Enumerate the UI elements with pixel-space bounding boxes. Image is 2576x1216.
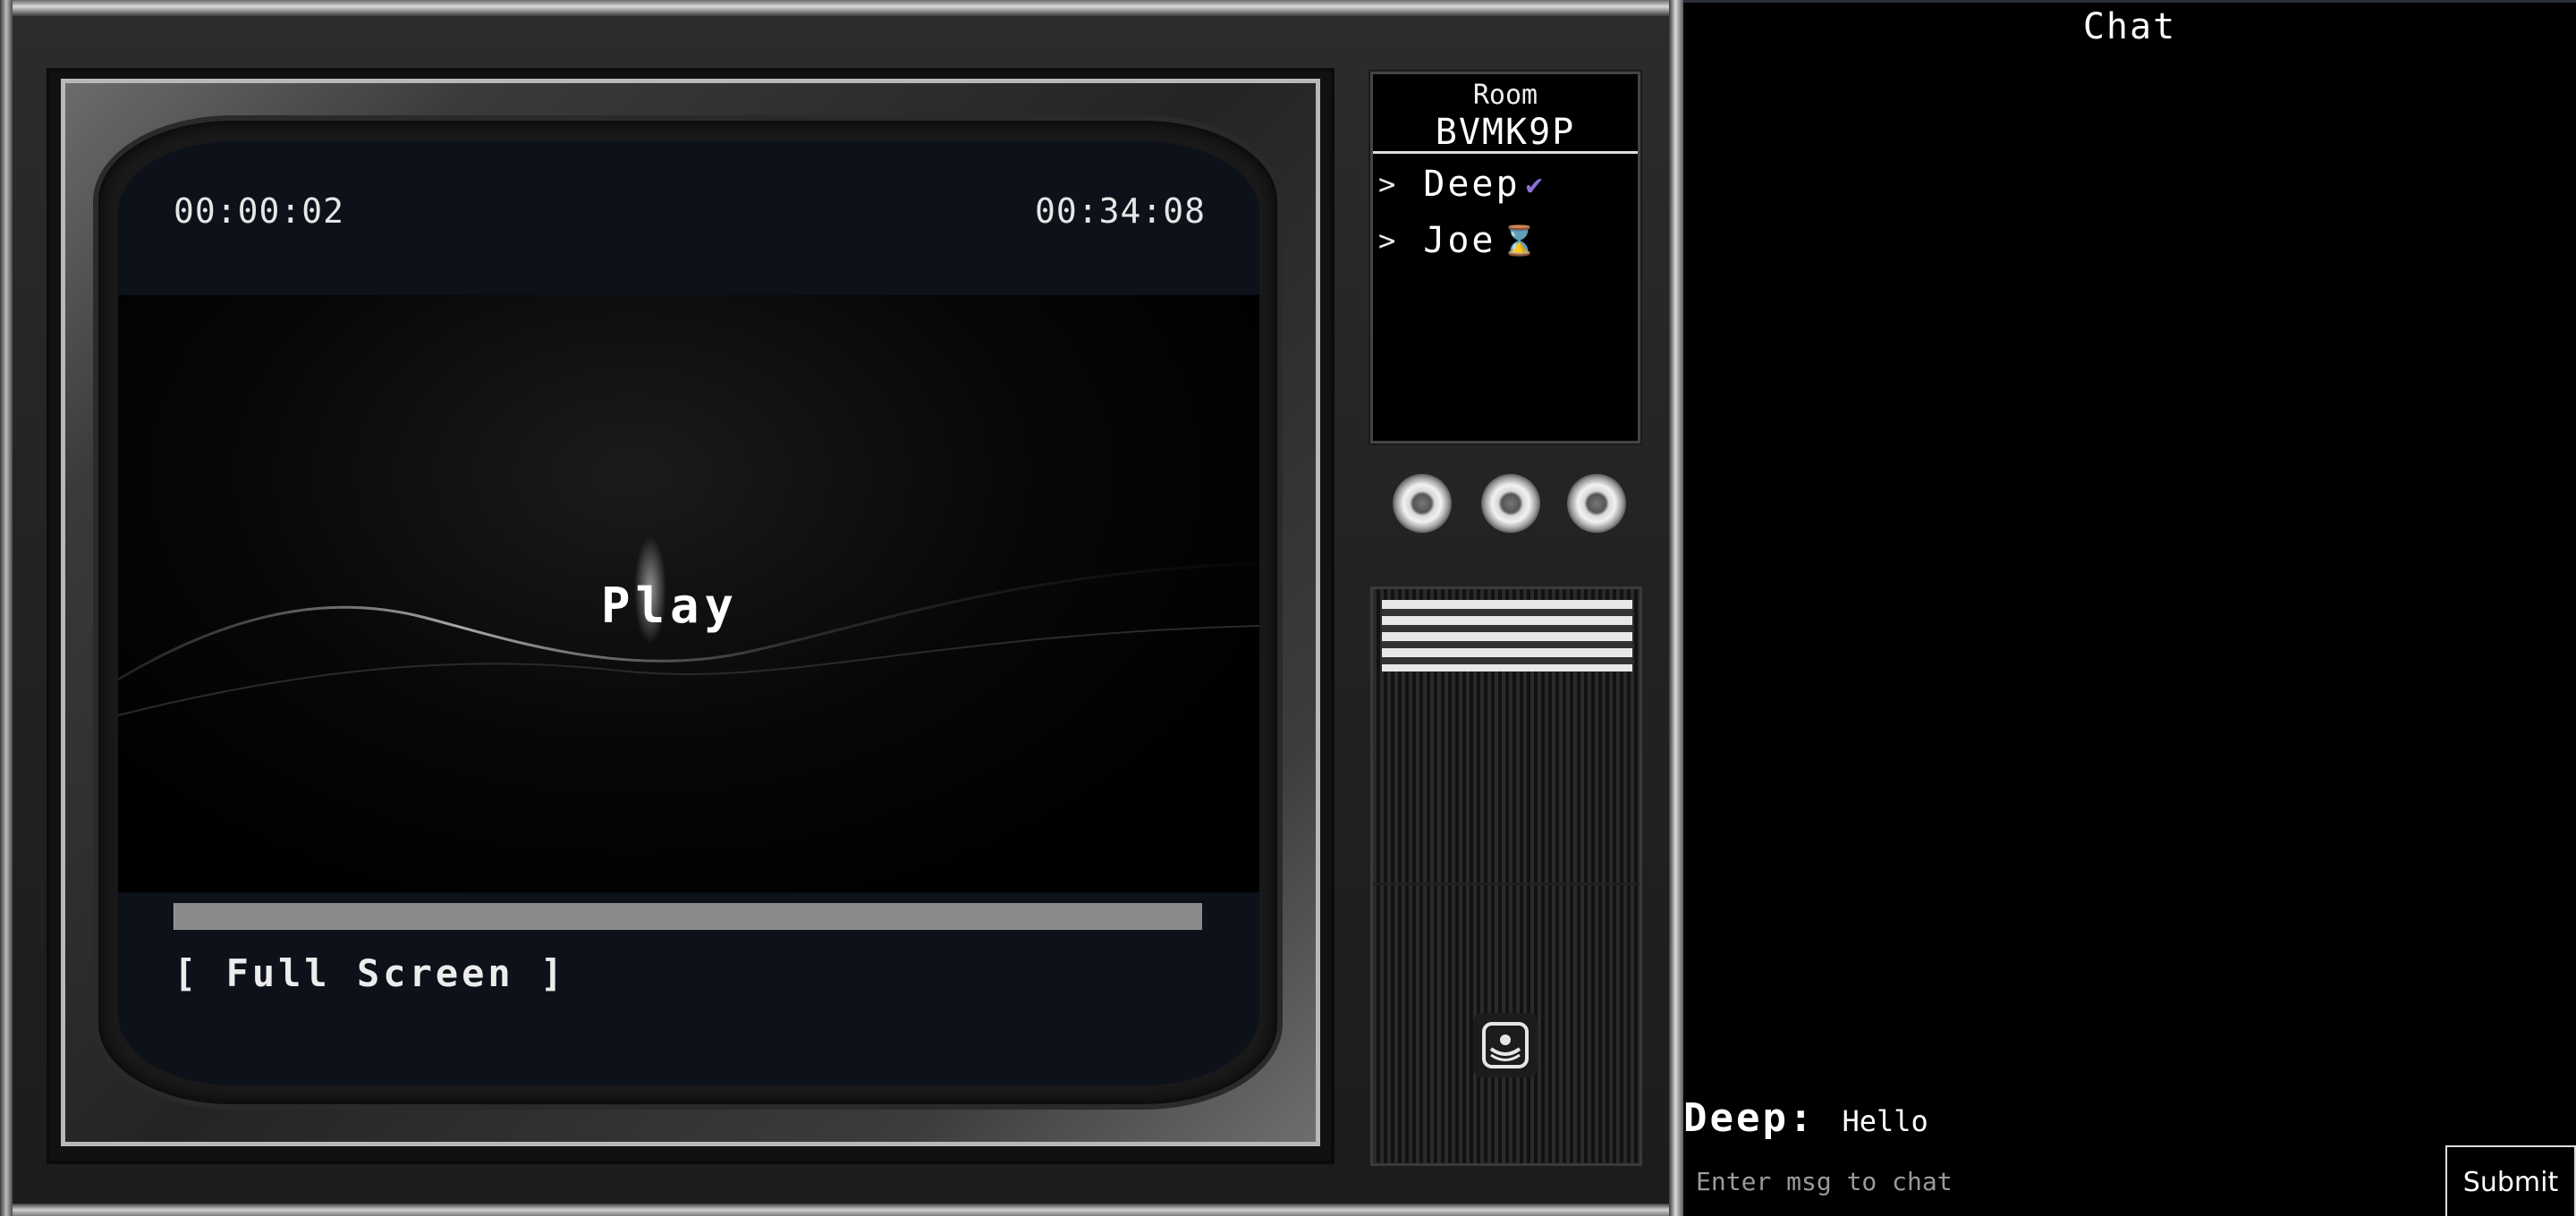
tv-cabinet: 00:00:02 00:34:08 Play [ Full Screen ] R… bbox=[0, 0, 1683, 1216]
room-code: BVMK9P bbox=[1435, 112, 1576, 153]
cabinet-trim-bottom bbox=[0, 1203, 1683, 1216]
member-name: Deep bbox=[1423, 164, 1521, 205]
video-screen: 00:00:02 00:34:08 Play [ Full Screen ] bbox=[118, 141, 1259, 1085]
cabinet-trim-right bbox=[1669, 0, 1683, 1216]
cabinet-trim-top bbox=[0, 0, 1683, 16]
check-icon: ✔ bbox=[1525, 167, 1546, 201]
current-time: 00:00:02 bbox=[174, 191, 345, 231]
cabinet-trim-left bbox=[0, 0, 13, 1216]
chevron-right-icon: > bbox=[1378, 224, 1399, 258]
speaker-bars bbox=[1382, 600, 1632, 671]
room-label: Room bbox=[1472, 80, 1538, 111]
chat-title: Chat bbox=[2082, 6, 2177, 47]
fullscreen-button[interactable]: [ Full Screen ] bbox=[174, 951, 566, 995]
tv-knobs bbox=[1388, 474, 1630, 536]
logo-icon bbox=[1473, 1013, 1538, 1077]
knob-1[interactable] bbox=[1393, 474, 1452, 533]
hourglass-icon: ⌛ bbox=[1501, 224, 1540, 258]
speaker-divider bbox=[1373, 882, 1640, 885]
chat-message-user: Deep: bbox=[1683, 1095, 1816, 1141]
chat-input[interactable] bbox=[1683, 1144, 2445, 1216]
submit-button[interactable]: Submit bbox=[2445, 1145, 2576, 1216]
chevron-right-icon: > bbox=[1378, 167, 1399, 201]
app-root: 00:00:02 00:34:08 Play [ Full Screen ] R… bbox=[0, 0, 2576, 1216]
logo-glyph bbox=[1482, 1022, 1529, 1068]
chat-message-text: Hello bbox=[1842, 1104, 1928, 1138]
knob-2[interactable] bbox=[1481, 474, 1540, 533]
total-duration: 00:34:08 bbox=[1034, 191, 1206, 231]
room-panel: Room BVMK9P > Deep ✔ > Joe ⌛ bbox=[1370, 72, 1640, 443]
play-button[interactable]: Play bbox=[601, 578, 739, 634]
room-divider bbox=[1373, 151, 1638, 154]
member-item-deep: > Deep ✔ bbox=[1378, 164, 1546, 205]
knob-3[interactable] bbox=[1567, 474, 1626, 533]
member-item-joe: > Joe ⌛ bbox=[1378, 220, 1539, 261]
progress-bar[interactable] bbox=[174, 903, 1202, 930]
chat-message: Deep: Hello bbox=[1683, 1095, 1928, 1141]
speaker-grille bbox=[1370, 587, 1642, 1166]
chat-panel: Chat Deep: Hello Submit bbox=[1683, 0, 2576, 1216]
member-name: Joe bbox=[1423, 220, 1496, 261]
